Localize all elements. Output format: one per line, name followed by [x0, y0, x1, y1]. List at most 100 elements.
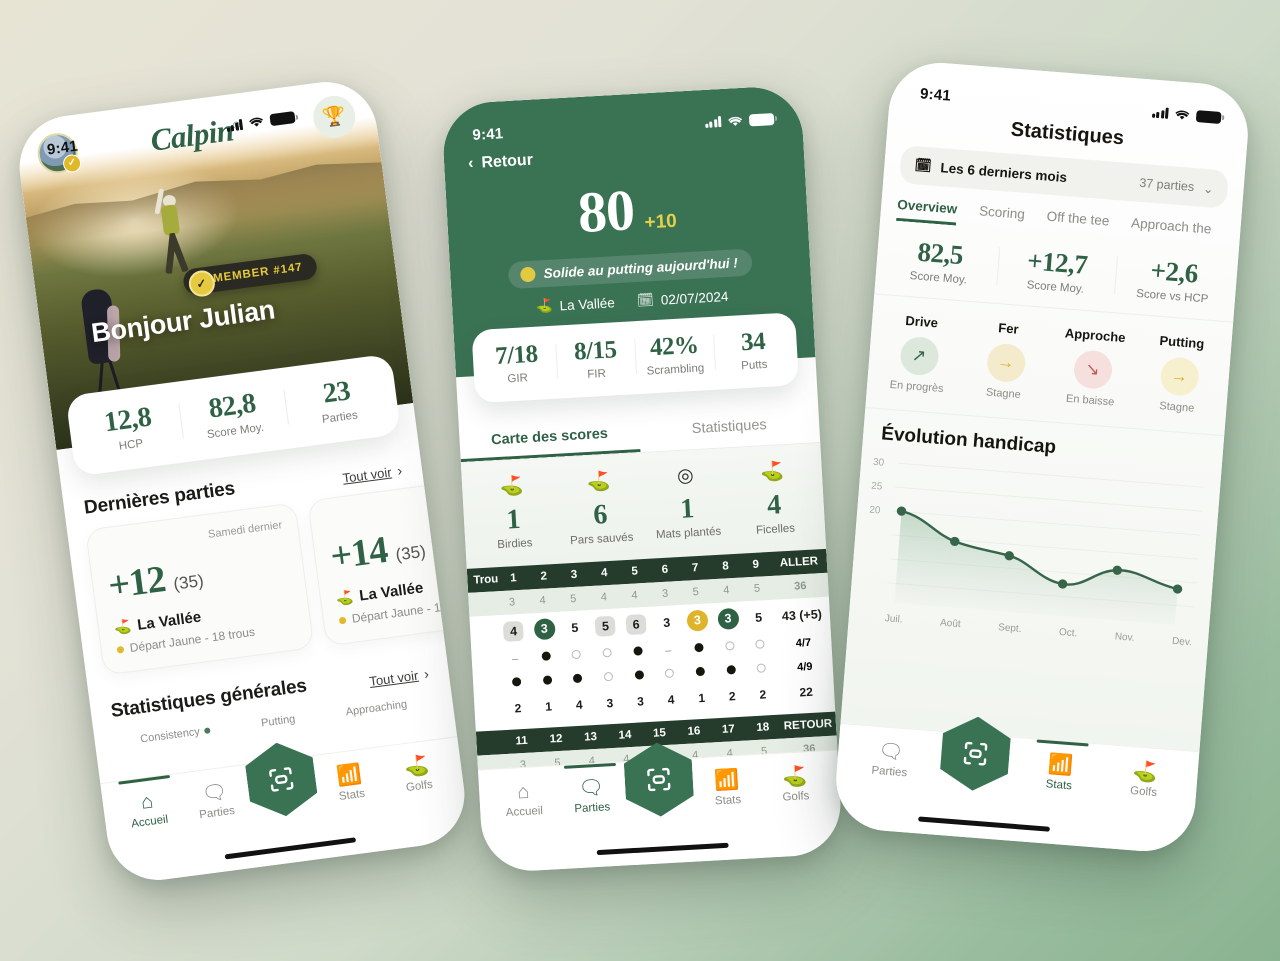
gir-cell: [603, 671, 614, 682]
list-item[interactable]: Samedi dernier +12 (35) ⛳ La Vallée Dépa…: [85, 502, 315, 676]
scan-icon[interactable]: [243, 738, 320, 820]
x-tick: Sept.: [997, 622, 1022, 635]
tab-overview[interactable]: Overview: [896, 197, 958, 226]
phone-home-screen: Calpin® 🏆 9:41 MEMBER #147 Bonjour Julia…: [13, 75, 471, 887]
kpi-gir: 7/18 GIR: [476, 340, 557, 387]
chevron-down-icon: ⌄: [1202, 181, 1215, 197]
kpi-score-vs-hcp: +2,6 Score vs HCP: [1113, 252, 1234, 307]
bottom-tab-bar: ⌂ Accueil 🗨 Parties 📶 Stats ⛳ Golfs: [477, 750, 844, 874]
back-label: Retour: [480, 151, 534, 172]
y-tick: 30: [872, 456, 885, 469]
hole-number: 12: [549, 732, 563, 746]
chevron-left-icon: ‹: [467, 154, 474, 173]
tab-accueil[interactable]: ⌂ Accueil: [114, 788, 182, 832]
tab-accueil[interactable]: ⌂ Accueil: [491, 780, 557, 820]
chevron-right-icon: ›: [396, 462, 403, 479]
fir-cell: [632, 646, 643, 656]
game-score: +12: [105, 558, 168, 608]
kpi-value: 7/18: [494, 340, 539, 370]
tab-golfs[interactable]: ⛳ Golfs: [384, 753, 452, 797]
tab-golfs[interactable]: ⛳ Golfs: [762, 765, 828, 805]
game-points: (35): [394, 541, 427, 565]
calendar-icon: 🗓: [913, 157, 933, 174]
metric-label: Putting: [260, 713, 297, 730]
tab-parties[interactable]: 🗨 Parties: [181, 779, 249, 823]
fir-total: 4/7: [795, 636, 812, 650]
fir-cell: [540, 651, 551, 661]
kpi-label: GIR: [507, 372, 529, 386]
trend-label: Putting: [1159, 332, 1205, 352]
hole-number: 14: [618, 728, 632, 742]
signal-icon: [1151, 107, 1169, 119]
home-icon: ⌂: [139, 790, 155, 814]
gir-cell: [511, 677, 522, 687]
tab-label: Parties: [574, 801, 611, 816]
putts-total: 22: [799, 684, 814, 700]
kpi-label: Scrambling: [646, 362, 705, 378]
kpi-score-moyen: 82,5 Score Moy.: [879, 234, 1000, 289]
trend-label: Drive: [904, 312, 939, 331]
golf-flag-icon: ⛳: [335, 588, 355, 607]
putts-cell: 1: [544, 699, 553, 714]
tab-stats[interactable]: 📶 Stats: [694, 769, 760, 809]
scorecard-table: Trou 1 2 3 4 5 6 7 8 9 ALLER 3 4 5 4 4 3…: [466, 548, 838, 780]
round-date: 02/07/2024: [660, 288, 729, 308]
kpi-fir: 8/15 FIR: [555, 335, 636, 382]
putts-cell: 3: [636, 694, 645, 709]
count-value: 4: [766, 489, 783, 522]
metric-label: Consistency: [139, 725, 201, 746]
kpi-scrambling: 42% Scrambling: [634, 331, 715, 378]
tab-stats[interactable]: 📶 Stats: [1026, 753, 1093, 794]
tab-scoring[interactable]: Scoring: [978, 203, 1026, 231]
count-value: 6: [592, 499, 609, 531]
kpi-value: +2,6: [1149, 255, 1199, 289]
row-label: Trou: [473, 573, 499, 587]
score-cell: 3: [662, 615, 671, 630]
gir-total: 4/9: [796, 660, 813, 674]
score-value: 80: [576, 177, 636, 246]
handicap-chart: 30 25 20 Juil. Août Sept. Oct. Nov. Dev.: [860, 455, 1208, 649]
course-meta: ⛳ La Vallée: [535, 294, 615, 314]
par-value: 4: [539, 594, 547, 607]
trend-status: Stagne: [985, 386, 1022, 402]
chevron-right-icon: ›: [423, 665, 430, 682]
kpi-putts: 34 Putts: [713, 326, 794, 373]
battery-icon: [748, 112, 775, 126]
putts-cell: 4: [667, 692, 675, 707]
target-icon: ◎: [676, 465, 695, 488]
tab-parties[interactable]: 🗨 Parties: [559, 777, 625, 817]
gir-cell: [572, 673, 583, 684]
kpi-value: +12,7: [1026, 245, 1089, 280]
bar-chart-icon: 📶: [335, 762, 364, 789]
score-cell: 3: [533, 618, 556, 641]
arrow-up-right-icon: ↗: [898, 335, 940, 377]
tab-golfs[interactable]: ⛳ Golfs: [1111, 760, 1178, 801]
tab-parties[interactable]: 🗨 Parties: [857, 740, 924, 781]
tab-label: Golfs: [782, 790, 810, 804]
phone-statistics-screen: 9:41 Statistiques 🗓 Les 6 derniers mois …: [832, 59, 1252, 855]
signal-icon: [225, 118, 244, 132]
chat-rounds-icon: 🗨: [577, 776, 605, 801]
tee-color-dot-icon: [338, 616, 347, 624]
count-value: 1: [505, 503, 522, 536]
fir-cell: [694, 642, 704, 653]
hole-number: 8: [721, 560, 730, 573]
round-score: 80 +10: [445, 166, 808, 253]
fir-cell: [755, 639, 765, 649]
hole-number: 2: [540, 570, 548, 583]
tab-stats[interactable]: 📶 Stats: [316, 761, 384, 805]
list-item[interactable]: Mardi +14 (35) ⛳ La Vallée Départ Jaune …: [307, 472, 471, 647]
see-all-recent-button[interactable]: Tout voir ›: [342, 462, 403, 486]
home-icon: ⌂: [516, 780, 530, 804]
game-date: Mardi: [325, 490, 471, 525]
status-time: 9:41: [919, 85, 952, 105]
kpi-label: Putts: [740, 358, 768, 373]
tab-off-the-tee[interactable]: Off the tee: [1045, 209, 1110, 238]
scan-icon[interactable]: [939, 714, 1013, 793]
trend-putting: Putting → Stagne: [1133, 331, 1226, 417]
metric-dot-icon: [204, 727, 212, 734]
count-label: Birdies: [497, 537, 533, 552]
putts-cell: 4: [575, 697, 583, 713]
golf-flag-icon: ⛳: [535, 297, 553, 314]
putts-cell: 2: [514, 701, 522, 716]
